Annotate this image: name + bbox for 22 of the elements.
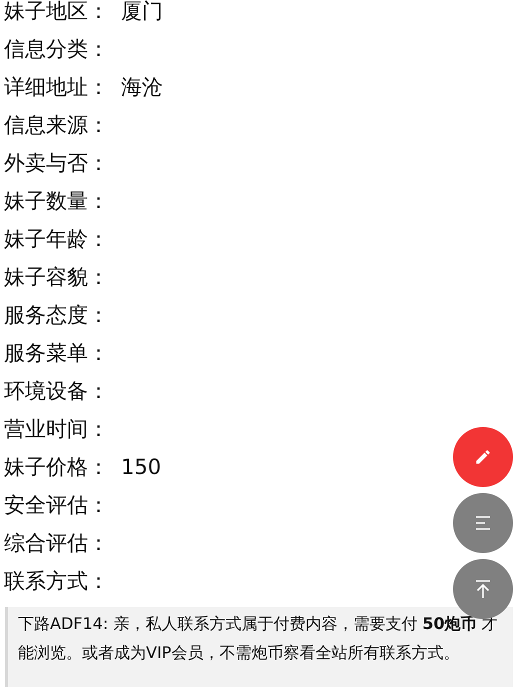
field-label: 妹子地区： [4,0,109,26]
field-label: 妹子年龄： [4,226,109,254]
menu-icon [474,515,492,531]
field-label: 联系方式： [4,568,109,596]
field-label: 安全评估： [4,492,109,520]
field-label: 妹子容貌： [4,264,109,292]
field-label: 服务态度： [4,302,109,330]
field-label: 综合评估： [4,530,109,558]
pencil-icon [474,448,492,466]
field-label: 外卖与否： [4,150,109,178]
field-value: 150 [121,454,162,482]
field-label: 妹子数量： [4,188,109,216]
field-label: 信息分类： [4,36,109,64]
field-label: 环境设备： [4,378,109,406]
field-label: 服务菜单： [4,340,109,368]
field-label: 详细地址： [4,74,109,102]
field-label: 营业时间： [4,416,109,444]
field-value: 厦门 [121,0,163,26]
field-label: 信息来源： [4,112,109,140]
field-label: 妹子价格： [4,454,109,482]
field-value: 海沧 [121,74,163,102]
arrow-up-icon [474,579,492,599]
